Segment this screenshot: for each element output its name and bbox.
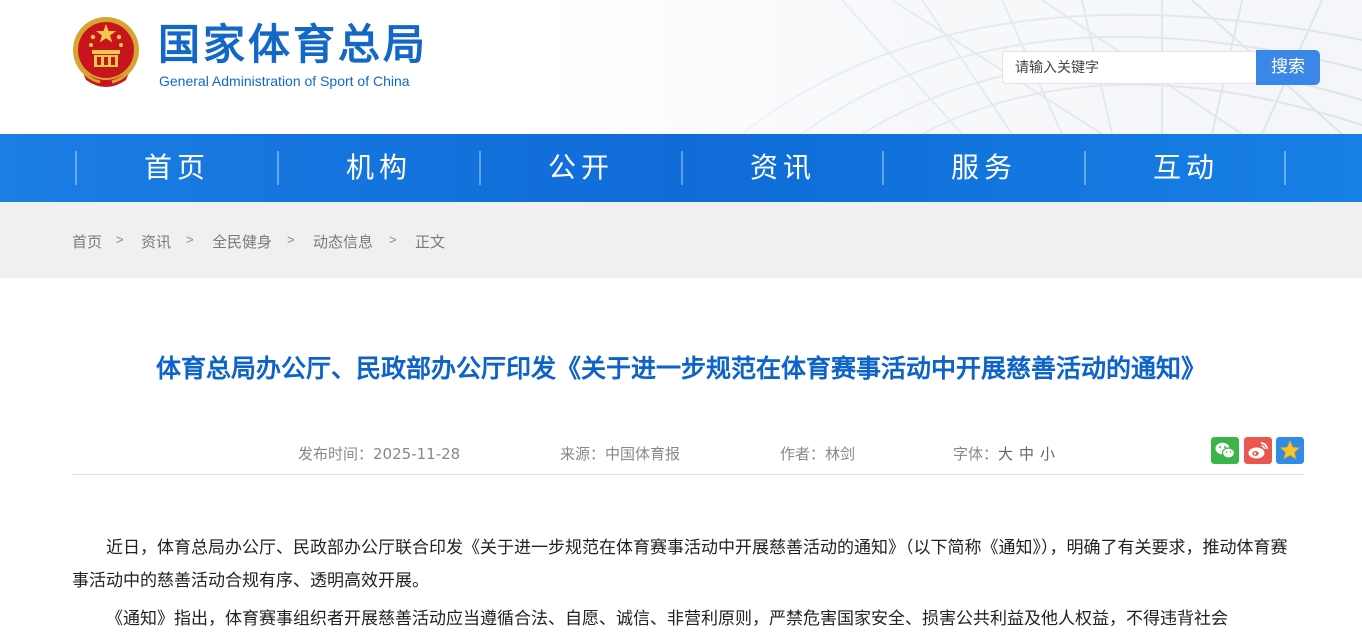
nav-item-public-info[interactable]: 公开 xyxy=(481,134,681,202)
wechat-icon[interactable] xyxy=(1211,437,1239,464)
author-value: 林剑 xyxy=(825,445,856,463)
breadcrumb-separator: > xyxy=(116,232,124,247)
breadcrumb-separator: > xyxy=(186,232,194,247)
font-size-switcher: 字体：大中小 xyxy=(953,443,1061,464)
author-label: 作者： xyxy=(780,445,826,463)
font-size-label: 字体： xyxy=(953,445,999,463)
source-label: 来源： xyxy=(560,445,606,463)
article-author: 作者：林剑 xyxy=(780,443,855,464)
article-paragraph: 近日，体育总局办公厅、民政部办公厅联合印发《关于进一步规范在体育赛事活动中开展慈… xyxy=(72,538,1288,591)
national-emblem-logo xyxy=(73,17,139,87)
search-input[interactable] xyxy=(1002,51,1256,84)
article-source: 来源：中国体育报 xyxy=(560,443,680,464)
nav-item-services[interactable]: 服务 xyxy=(884,134,1084,202)
site-header: 国家体育总局 General Administration of Sport o… xyxy=(0,0,1362,134)
site-subtitle: General Administration of Sport of China xyxy=(159,73,410,89)
font-size-large[interactable]: 大 xyxy=(998,445,1013,463)
breadcrumb-news[interactable]: 资讯 xyxy=(141,231,171,252)
meta-divider xyxy=(72,474,1304,475)
nav-item-organization[interactable]: 机构 xyxy=(279,134,479,202)
breadcrumb: 首页 > 资讯 > 全民健身 > 动态信息 > 正文 xyxy=(0,202,1362,278)
favorite-star-icon[interactable] xyxy=(1276,437,1304,464)
publish-date-label: 发布时间： xyxy=(298,445,374,463)
weibo-icon[interactable] xyxy=(1244,437,1272,464)
search-button[interactable]: 搜索 xyxy=(1256,50,1320,85)
breadcrumb-home[interactable]: 首页 xyxy=(72,231,102,252)
breadcrumb-updates[interactable]: 动态信息 xyxy=(313,231,373,252)
main-nav: 首页 机构 公开 资讯 服务 互动 xyxy=(0,134,1362,202)
nav-item-home[interactable]: 首页 xyxy=(77,134,277,202)
article-paragraph: 《通知》指出，体育赛事组织者开展慈善活动应当遵循合法、自愿、诚信、非营利原则，严… xyxy=(106,609,1228,629)
breadcrumb-separator: > xyxy=(287,232,295,247)
font-size-small[interactable]: 小 xyxy=(1040,445,1055,463)
font-size-medium[interactable]: 中 xyxy=(1019,445,1034,463)
publish-date-value: 2025-11-28 xyxy=(373,445,461,463)
site-title[interactable]: 国家体育总局 xyxy=(158,20,428,70)
source-value: 中国体育报 xyxy=(605,445,681,463)
nav-item-interaction[interactable]: 互动 xyxy=(1086,134,1286,202)
breadcrumb-separator: > xyxy=(389,232,397,247)
nav-item-news[interactable]: 资讯 xyxy=(683,134,883,202)
breadcrumb-current: 正文 xyxy=(415,233,446,251)
article-title: 体育总局办公厅、民政部办公厅印发《关于进一步规范在体育赛事活动中开展慈善活动的通… xyxy=(155,354,1206,383)
publish-date: 发布时间：2025-11-28 xyxy=(298,443,460,464)
breadcrumb-fitness[interactable]: 全民健身 xyxy=(212,231,272,252)
nav-separator xyxy=(1284,151,1286,185)
